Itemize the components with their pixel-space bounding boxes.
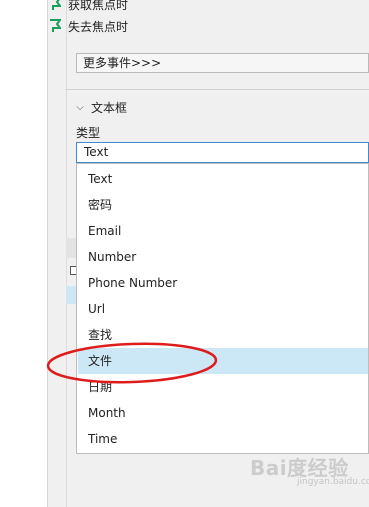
event-label: 获取焦点时 <box>68 0 129 12</box>
event-flag-icon <box>49 0 61 11</box>
left-gutter <box>0 0 47 507</box>
dropdown-option[interactable]: Email <box>78 218 368 244</box>
dropdown-option[interactable]: Url <box>78 296 368 322</box>
dropdown-option[interactable]: Phone Number <box>78 270 368 296</box>
dropdown-option[interactable]: 查找 <box>78 322 368 348</box>
chevron-down-icon: ⌵ <box>76 101 84 113</box>
screenshot-root: 获取焦点时 失去焦点时 更多事件>>> ⌵ 文本框 类型 Text Text 密… <box>0 0 369 507</box>
side-strip-1 <box>66 238 76 258</box>
dropdown-option[interactable]: Month <box>78 400 368 426</box>
textbox-section-header[interactable]: ⌵ 文本框 <box>75 98 127 116</box>
event-item-lose-focus[interactable]: 失去焦点时 <box>49 16 128 36</box>
type-label: 类型 <box>76 126 101 140</box>
dropdown-option[interactable]: 日期 <box>78 374 368 400</box>
event-flag-icon <box>49 19 61 33</box>
type-dropdown-list: Text 密码 Email Number Phone Number Url 查找… <box>76 163 369 454</box>
dropdown-option[interactable]: Time <box>78 426 368 452</box>
event-label: 失去焦点时 <box>68 19 129 34</box>
dropdown-option-highlighted[interactable]: 文件 <box>78 348 368 374</box>
dropdown-option[interactable]: 密码 <box>78 192 368 218</box>
type-select[interactable]: Text <box>76 142 369 163</box>
section-title: 文本框 <box>91 100 128 115</box>
more-events-button[interactable]: 更多事件>>> <box>76 53 369 73</box>
side-strip-2 <box>66 286 76 304</box>
event-item-get-focus[interactable]: 获取焦点时 <box>49 0 128 14</box>
dropdown-option[interactable]: Number <box>78 244 368 270</box>
section-divider <box>65 89 369 90</box>
dropdown-option[interactable]: Text <box>78 166 368 192</box>
